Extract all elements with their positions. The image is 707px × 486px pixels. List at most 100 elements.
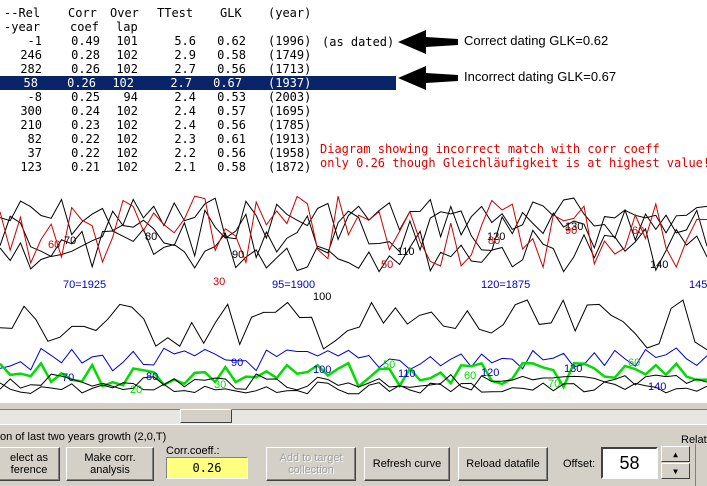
table-header-cell: (year): [268, 6, 312, 20]
year-marker-label: 120=1875: [481, 279, 530, 291]
table-cell: 102: [116, 104, 138, 118]
reference-curve-lower: [0, 298, 707, 351]
offset-spin-up[interactable]: ▲: [661, 446, 690, 462]
table-cell: 0.56: [217, 62, 246, 76]
refresh-curve-button[interactable]: Refresh curve: [364, 447, 450, 481]
year-marker-label: 95=1900: [272, 279, 315, 291]
table-cell: 2.4: [174, 104, 196, 118]
table-cell: 0.53: [217, 90, 246, 104]
table-cell: -8: [27, 90, 42, 104]
curve-tick-label-blue: 130: [564, 363, 582, 375]
table-cell: 0.22: [71, 146, 100, 160]
table-row[interactable]: 300 0.24 102 2.4 0.57 (1695): [0, 104, 400, 118]
curve-tick-label-blue: 70: [62, 372, 74, 384]
table-row[interactable]: 210 0.23 102 2.4 0.56 (1785): [0, 118, 400, 132]
curve-tick-label-red: 60: [48, 239, 60, 251]
table-header-cell: coef: [70, 20, 99, 34]
table-cell: 2.4: [174, 90, 196, 104]
year-marker-label: 70=1925: [63, 279, 106, 291]
curve-tick-label-red: 80: [488, 235, 500, 247]
table-header-row: --Rel Corr Over TTest GLK (year): [0, 6, 400, 20]
make-corr-analysis-button[interactable]: Make corr. analysis: [66, 447, 154, 481]
triangle-up-icon: ▲: [673, 449, 678, 459]
horizontal-scrollbar[interactable]: [0, 402, 707, 427]
curve-tick-label: 100: [313, 291, 331, 303]
table-cell: 0.56: [217, 146, 246, 160]
curve-tick-label-blue: 90: [231, 357, 243, 369]
table-cell: 58: [23, 76, 38, 90]
reference-curve: [0, 197, 707, 241]
incorrect-dating-callout: Incorrect dating GLK=0.67: [464, 69, 617, 84]
select-as-reference-button[interactable]: elect as ference: [0, 447, 60, 481]
curve-tick-label-blue: 110: [398, 368, 416, 380]
table-cell: (1937): [268, 76, 312, 90]
curve-tick-label-green: 20: [130, 384, 142, 396]
curve-tick-label: 80: [145, 231, 157, 243]
table-row[interactable]: -8 0.25 94 2.4 0.53 (2003): [0, 90, 400, 104]
table-cell: 37: [27, 146, 42, 160]
curve-tick-label: 110: [397, 246, 415, 258]
corr-coeff-label: Corr.coeff.:: [166, 445, 220, 457]
table-cell: 94: [123, 90, 138, 104]
table-cell: -1: [27, 34, 42, 48]
curve-tick-label-blue: 100: [313, 364, 331, 376]
scrollbar-track[interactable]: [0, 409, 707, 425]
table-cell: 5.6: [174, 34, 196, 48]
table-row[interactable]: 58 0.26 102 2.7 0.67 (1937): [0, 76, 396, 90]
table-cell: 0.61: [217, 132, 246, 146]
table-cell: 0.67: [213, 76, 242, 90]
curve-tick-label-green: 50: [383, 359, 395, 371]
arrow-left-icon: [398, 30, 458, 54]
table-row[interactable]: 246 0.28 102 2.9 0.58 (1749): [0, 48, 400, 62]
table-cell: 2.9: [174, 48, 196, 62]
add-to-target-collection-button[interactable]: Add to target collection: [266, 447, 356, 481]
panel-vertical-scrollbar[interactable]: [695, 444, 707, 486]
tree-ring-curve-chart: 70 80 90 100 110 120 130 140 60 30 50 80 90 60 70=1925…: [0, 195, 707, 396]
table-cell: 282: [20, 62, 42, 76]
curve-tick-label-blue: 140: [648, 381, 666, 393]
table-cell: (1749): [268, 48, 312, 62]
offset-spin-down[interactable]: ▼: [661, 463, 690, 479]
table-cell: 0.62: [217, 34, 246, 48]
table-cell: 2.7: [170, 76, 192, 90]
table-cell: 0.25: [71, 90, 100, 104]
table-header-cell: TTest: [157, 6, 194, 20]
curve-tick-label-red: 50: [381, 259, 393, 271]
table-cell: 2.7: [174, 62, 196, 76]
as-dated-label: (as dated): [322, 35, 395, 49]
table-cell: 2.3: [174, 132, 196, 146]
reload-datafile-button[interactable]: Reload datafile: [458, 447, 548, 481]
triangle-down-icon: ▼: [673, 466, 678, 476]
table-cell: 246: [20, 48, 42, 62]
curve-tick-label-blue: 80: [146, 371, 158, 383]
table-cell: 102: [112, 76, 134, 90]
table-cell: 0.28: [71, 48, 100, 62]
corr-coeff-value: 0.26: [166, 457, 248, 479]
panel-title: on of last two years growth (2,0,T): [0, 431, 167, 443]
curve-tick-label: 70: [64, 235, 76, 247]
curve-tick-label-green: 70: [548, 378, 560, 390]
table-cell: 210: [20, 118, 42, 132]
diagram-note-line1: Diagram showing incorrect match with cor…: [320, 142, 660, 156]
blue-curve: [0, 347, 707, 372]
table-cell: 0.56: [217, 118, 246, 132]
table-cell: 0.26: [71, 62, 100, 76]
offset-input[interactable]: 58: [601, 447, 658, 479]
table-cell: (1913): [268, 132, 312, 146]
table-cell: 0.57: [217, 104, 246, 118]
table-cell: (1996): [268, 34, 312, 48]
table-cell: 2.2: [174, 146, 196, 160]
curve-tick-label-red: 60: [632, 225, 644, 237]
year-marker-label: 145: [689, 279, 707, 291]
arrow-left-icon: [398, 66, 458, 90]
table-cell: (1785): [268, 118, 312, 132]
table-cell: 101: [116, 34, 138, 48]
curve-tick-label-blue: 120: [481, 367, 499, 379]
curve-tick-label-red: 90: [565, 225, 577, 237]
scrollbar-thumb[interactable]: [180, 409, 232, 423]
table-row[interactable]: 282 0.26 102 2.7 0.56 (1713): [0, 62, 400, 76]
curve-tick-label-green: 60: [628, 357, 640, 369]
table-cell: 102: [116, 118, 138, 132]
table-cell: 0.49: [71, 34, 100, 48]
table-cell: 0.26: [67, 76, 96, 90]
